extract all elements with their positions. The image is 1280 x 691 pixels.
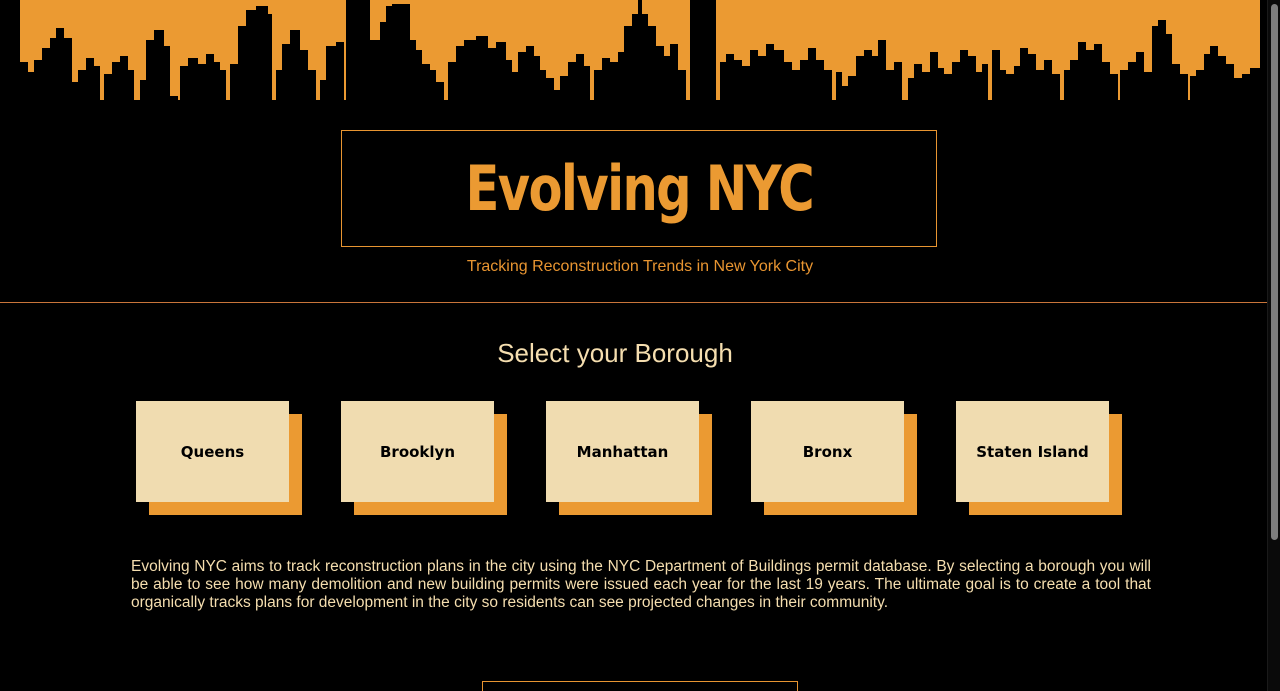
skyline-banner: [20, 0, 1260, 106]
page: Evolving NYC Tracking Reconstruction Tre…: [0, 0, 1280, 691]
borough-button-brooklyn[interactable]: Brooklyn: [341, 401, 494, 502]
borough-button-bronx[interactable]: Bronx: [751, 401, 904, 502]
page-title: Evolving NYC: [465, 152, 814, 225]
borough-label: Staten Island: [976, 442, 1089, 461]
borough-button-staten-island[interactable]: Staten Island: [956, 401, 1109, 502]
borough-label: Queens: [180, 442, 245, 461]
scrollbar-thumb[interactable]: [1271, 4, 1278, 540]
project-description: Evolving NYC aims to track reconstructio…: [131, 558, 1151, 611]
header-divider: [0, 302, 1270, 303]
borough-section-heading: Select your Borough: [497, 338, 733, 368]
next-section-box: [482, 681, 798, 691]
scrollbar[interactable]: [1267, 0, 1280, 691]
title-box: Evolving NYC: [341, 130, 937, 247]
borough-label: Manhattan: [576, 442, 669, 461]
borough-card-bronx[interactable]: Bronx: [751, 401, 917, 515]
borough-label: Bronx: [802, 442, 853, 461]
page-subtitle: Tracking Reconstruction Trends in New Yo…: [466, 258, 814, 275]
borough-button-manhattan[interactable]: Manhattan: [546, 401, 699, 502]
borough-label: Brooklyn: [379, 442, 455, 461]
borough-card-brooklyn[interactable]: Brooklyn: [341, 401, 507, 515]
borough-card-manhattan[interactable]: Manhattan: [546, 401, 712, 515]
borough-button-queens[interactable]: Queens: [136, 401, 289, 502]
borough-card-staten-island[interactable]: Staten Island: [956, 401, 1122, 515]
borough-card-queens[interactable]: Queens: [136, 401, 302, 515]
